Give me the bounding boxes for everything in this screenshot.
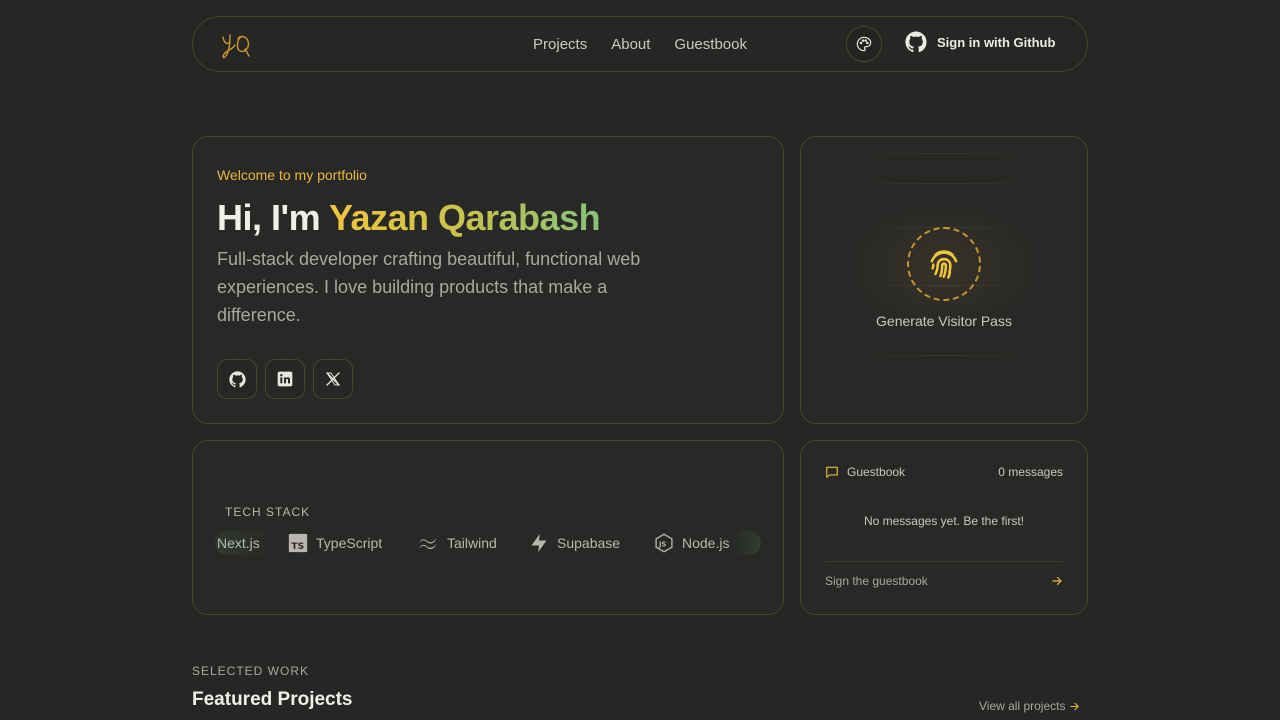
- portfolio-page: Projects About Guestbook Sign in with Gi…: [0, 0, 1280, 720]
- sign-guestbook-label: Sign the guestbook: [825, 574, 928, 588]
- decorative-line: [841, 153, 1047, 154]
- featured-projects-title: Featured Projects: [192, 689, 353, 710]
- yq-logo[interactable]: [219, 29, 255, 61]
- palette-icon: [856, 36, 872, 52]
- divider: [825, 561, 1063, 562]
- fingerprint-icon: [930, 250, 958, 279]
- view-all-label: View all projects: [979, 699, 1066, 713]
- hero-title: Hi, I'm Yazan Qarabash: [217, 197, 601, 239]
- linkedin-link-button[interactable]: [265, 359, 305, 399]
- tech-item-nodejs: JS Node.js: [654, 529, 729, 557]
- guestbook-header: Guestbook 0 messages: [825, 465, 1063, 479]
- arrow-right-icon: [1052, 576, 1062, 586]
- tech-label: Tailwind: [447, 535, 497, 551]
- hero-greeting: Hi, I'm: [217, 197, 329, 238]
- decorative-line: [841, 355, 1047, 356]
- svg-text:TS: TS: [291, 541, 304, 552]
- github-link-button[interactable]: [217, 359, 257, 399]
- decorative-line: [841, 183, 1047, 184]
- tech-item-nextjs: Next.js: [217, 529, 260, 557]
- nodejs-icon: JS: [655, 533, 673, 553]
- signin-label: Sign in with Github: [937, 34, 1056, 50]
- github-signin-button[interactable]: Sign in with Github: [905, 31, 1055, 53]
- hero-description: Full-stack developer crafting beautiful,…: [217, 249, 641, 325]
- supabase-icon: [531, 533, 547, 553]
- linkedin-icon: [277, 371, 293, 387]
- welcome-text: Welcome to my portfolio: [217, 167, 367, 183]
- tech-label: Node.js: [682, 535, 730, 551]
- message-square-icon: [826, 466, 838, 478]
- theme-palette-button[interactable]: [846, 26, 882, 62]
- social-links: [217, 359, 353, 399]
- generate-pass-button[interactable]: [907, 227, 981, 301]
- view-all-projects-link[interactable]: View all projects: [979, 699, 1080, 713]
- x-link-button[interactable]: [313, 359, 353, 399]
- tech-item-supabase: Supabase: [529, 529, 620, 557]
- nav-link-about[interactable]: About: [611, 36, 650, 53]
- tech-item-tailwind: Tailwind: [417, 529, 497, 557]
- arrow-right-icon: [1070, 702, 1080, 710]
- tech-label: TypeScript: [316, 535, 383, 551]
- hero-card: Welcome to my portfolio Hi, I'm Yazan Qa…: [192, 136, 784, 424]
- nav-link-guestbook[interactable]: Guestbook: [674, 36, 747, 53]
- tech-stack-heading: TECH STACK: [225, 505, 311, 519]
- tailwind-icon: [418, 538, 437, 550]
- selected-work-eyebrow: SELECTED WORK: [192, 664, 310, 678]
- guestbook-card: Guestbook 0 messages No messages yet. Be…: [800, 440, 1088, 615]
- marquee-fade-right: [733, 531, 761, 555]
- github-icon: [905, 31, 927, 53]
- tech-stack-card: TECH STACK Next.js TS TypeScript Tailwin…: [192, 440, 784, 615]
- tech-label: Next.js: [217, 535, 260, 551]
- guestbook-title-label: Guestbook: [847, 465, 906, 479]
- github-icon: [228, 370, 246, 387]
- top-nav: Projects About Guestbook Sign in with Gi…: [192, 16, 1088, 72]
- message-count: 0 messages: [998, 465, 1063, 479]
- nav-link-projects[interactable]: Projects: [533, 36, 587, 53]
- tech-item-typescript: TS TypeScript: [288, 529, 382, 557]
- typescript-icon: TS: [288, 533, 308, 553]
- hero-name: Yazan Qarabash: [328, 197, 601, 238]
- visitor-pass-card: Generate Visitor Pass: [800, 136, 1088, 424]
- tech-label: Supabase: [557, 535, 621, 551]
- guestbook-empty-state: No messages yet. Be the first!: [863, 514, 1025, 528]
- generate-pass-label: Generate Visitor Pass: [876, 313, 1012, 329]
- sign-guestbook-link[interactable]: Sign the guestbook: [825, 574, 1063, 588]
- x-icon: [326, 372, 340, 386]
- svg-text:JS: JS: [658, 540, 666, 548]
- guestbook-title: Guestbook: [825, 465, 905, 479]
